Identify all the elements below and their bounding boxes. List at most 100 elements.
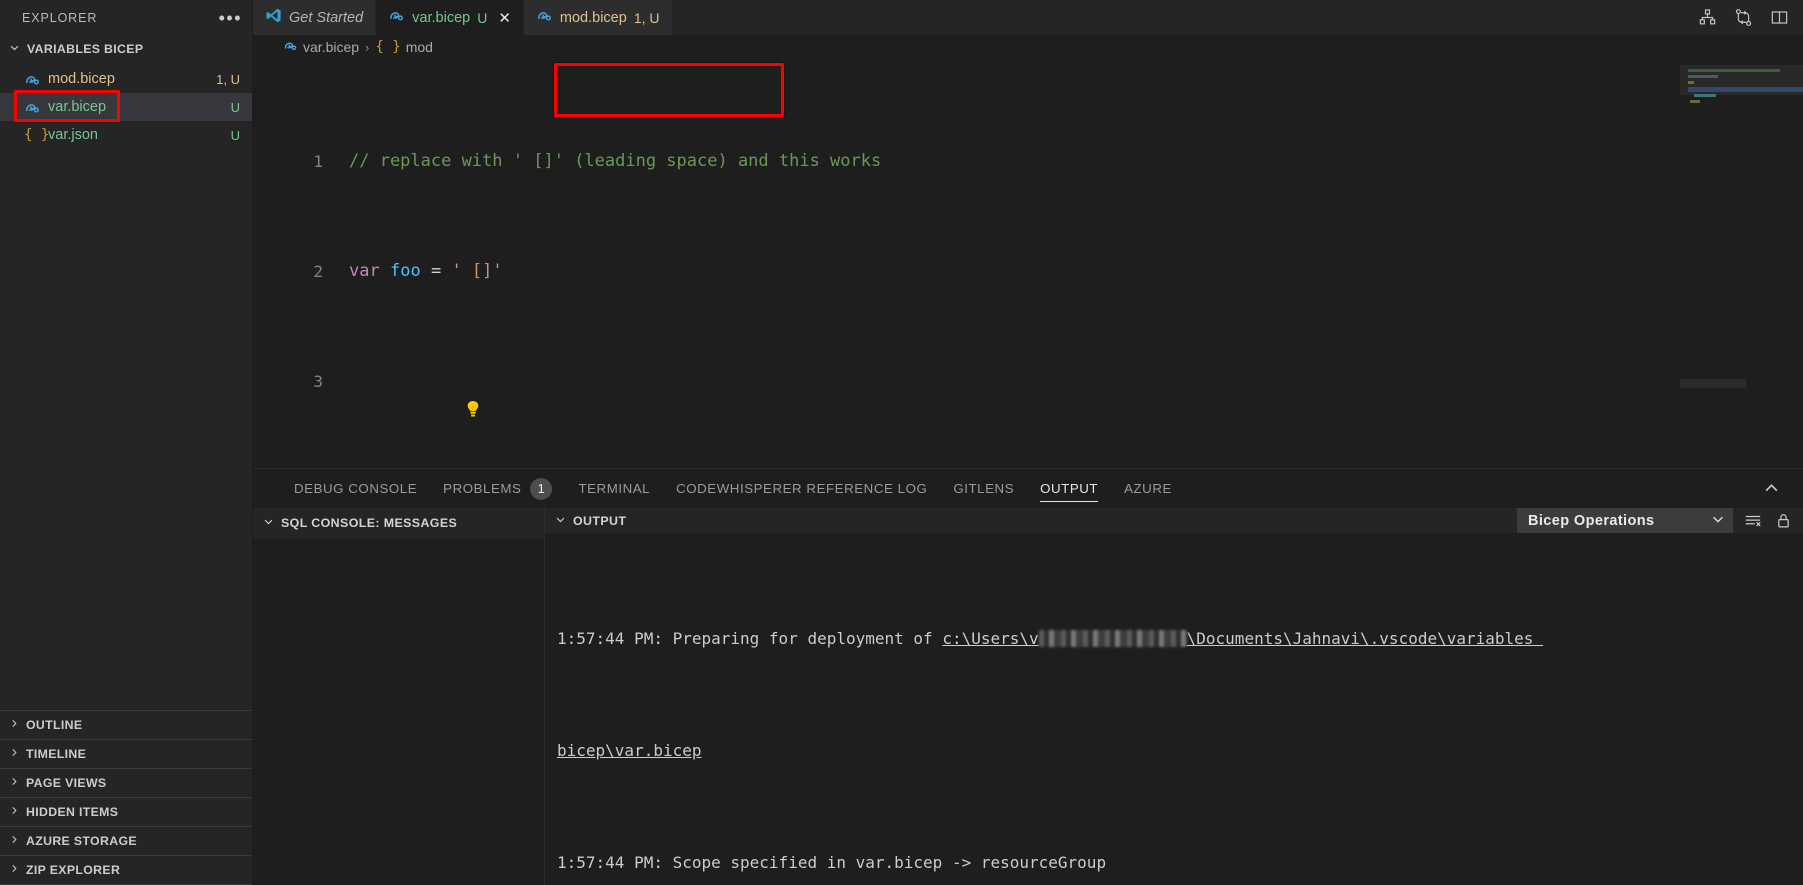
chevron-down-icon[interactable] [555, 514, 566, 528]
tree-item-mod-bicep[interactable]: mod.bicep 1, U [0, 65, 252, 93]
tree-item-var-bicep[interactable]: var.bicep U [0, 90, 252, 122]
code-editor[interactable]: 1 // replace with ' []' (leading space) … [253, 59, 1803, 468]
output-header: OUTPUT Bicep Operations [545, 508, 1803, 533]
log-time: 1:57:44 PM: [557, 853, 673, 872]
tab-var-bicep[interactable]: var.bicep U ✕ [376, 0, 524, 35]
sidebar-section-label: TIMELINE [26, 747, 87, 761]
tree-item-badge: U [230, 99, 240, 115]
problems-count-badge: 1 [530, 477, 553, 500]
breadcrumb: var.bicep › { } mod [253, 35, 1803, 59]
panel-tab-gitlens[interactable]: GITLENS [940, 469, 1027, 508]
sidebar-section-timeline[interactable]: TIMELINE [0, 739, 252, 768]
identifier-foo: foo [389, 260, 421, 281]
lock-scroll-icon[interactable] [1773, 511, 1793, 531]
bicep-file-icon [536, 7, 553, 28]
sidebar-section-zip-explorer[interactable]: ZIP EXPLORER [0, 855, 252, 884]
keyword-var: var [349, 260, 380, 281]
bicep-file-icon [283, 38, 298, 56]
tab-label: mod.bicep [559, 9, 627, 26]
editor-tab-bar: Get Started var.bicep U ✕ mod.bicep 1, U [253, 0, 1803, 35]
sidebar-section-outline[interactable]: OUTLINE [0, 710, 252, 739]
breadcrumb-symbol[interactable]: { } mod [375, 39, 433, 55]
file-tree: mod.bicep 1, U var.bicep U {} var.json … [0, 63, 252, 149]
tree-item-label: var.bicep [48, 99, 107, 115]
tab-get-started[interactable]: Get Started [253, 0, 377, 35]
compare-changes-icon[interactable] [1733, 8, 1753, 28]
json-file-icon: { } [24, 127, 50, 143]
sidebar-section-page-views[interactable]: PAGE VIEWS [0, 768, 252, 797]
annotation-rect-code [554, 63, 784, 117]
clear-output-icon[interactable] [1743, 511, 1763, 531]
chevron-down-icon [263, 516, 274, 530]
tab-git-badge: 1, U [633, 9, 660, 26]
sidebar-section-hidden-items[interactable]: HIDDEN ITEMS [0, 797, 252, 826]
output-log[interactable]: 1:57:44 PM: Preparing for deployment of … [545, 533, 1803, 885]
chevron-down-icon [6, 42, 22, 56]
tree-item-var-json[interactable]: { } var.json U [0, 121, 252, 149]
run-or-outline-icon[interactable] [1697, 8, 1717, 28]
log-line: 1:57:44 PM: Preparing for deployment of … [557, 625, 1803, 653]
folder-section-header[interactable]: VARIABLES BICEP [0, 35, 252, 63]
tree-item-label: var.json [48, 127, 98, 143]
minimap-line [1688, 69, 1780, 72]
sql-console-content [253, 538, 544, 885]
close-icon[interactable]: ✕ [498, 9, 511, 27]
panel-tab-label: OUTPUT [1040, 481, 1099, 496]
panel-tab-terminal[interactable]: TERMINAL [565, 469, 663, 508]
log-link[interactable]: c:\Users\v [942, 629, 1038, 648]
sidebar-section-azure-storage[interactable]: AZURE STORAGE [0, 826, 252, 855]
breadcrumb-file[interactable]: var.bicep [283, 38, 359, 56]
vscode-window: EXPLORER ••• VARIABLES BICEP mod.bicep 1… [0, 0, 1803, 885]
panel-tab-debug-console[interactable]: DEBUG CONSOLE [281, 469, 430, 508]
panel-tab-codewhisperer-reference-log[interactable]: CODEWHISPERER REFERENCE LOG [663, 469, 940, 508]
chevron-right-icon [6, 747, 22, 761]
log-link[interactable]: bicep\var.bicep [557, 741, 702, 760]
chevron-right-icon [6, 834, 22, 848]
code-line-2: 2 var foo = ' []' [253, 258, 1803, 286]
explorer-header: EXPLORER ••• [0, 0, 252, 35]
chevron-right-icon [6, 718, 22, 732]
sql-console-header[interactable]: SQL CONSOLE: MESSAGES [253, 508, 544, 538]
redacted-region [1038, 630, 1187, 647]
output-channel-value: Bicep Operations [1528, 512, 1655, 529]
comment-rest-text: (leading space) and this works [574, 150, 882, 171]
sql-console-title: SQL CONSOLE: MESSAGES [281, 516, 458, 530]
panel-tab-problems[interactable]: PROBLEMS 1 [430, 469, 565, 508]
braces-icon: { } [375, 39, 401, 55]
log-time: 1:57:44 PM: [557, 629, 673, 648]
chevron-up-icon[interactable] [1761, 479, 1781, 499]
bicep-file-icon [24, 98, 48, 116]
sql-console-pane: SQL CONSOLE: MESSAGES [253, 508, 545, 885]
tab-label: var.bicep [412, 9, 471, 26]
breadcrumb-file-label: var.bicep [303, 39, 360, 55]
panel-tab-label: TERMINAL [578, 481, 651, 496]
breadcrumb-symbol-label: mod [405, 39, 433, 55]
bicep-file-icon [388, 7, 405, 28]
line-number: 1 [313, 151, 323, 171]
panel-toolbar [1761, 479, 1803, 499]
more-actions-icon[interactable]: ••• [219, 9, 242, 27]
output-toolbar: Bicep Operations [1517, 508, 1803, 533]
split-editor-icon[interactable] [1769, 8, 1789, 28]
line-text: var foo = ' []' [349, 258, 1803, 286]
breadcrumb-separator: › [365, 39, 370, 55]
minimap-line [1690, 100, 1700, 103]
panel-tab-output[interactable]: OUTPUT [1027, 469, 1111, 508]
minimap[interactable] [1680, 59, 1803, 468]
line-text: // replace with ' []' (leading space) an… [349, 148, 1803, 176]
log-text: Preparing for deployment of [672, 629, 943, 648]
minimap-line [1694, 94, 1716, 97]
tab-mod-bicep[interactable]: mod.bicep 1, U [523, 0, 673, 35]
log-link-tail[interactable]: \Documents\Jahnavi\.vscode\variables [1187, 629, 1543, 648]
output-channel-select[interactable]: Bicep Operations [1517, 508, 1733, 533]
lightbulb-icon[interactable] [349, 400, 481, 448]
bicep-file-icon [24, 70, 48, 88]
sidebar-section-label: ZIP EXPLORER [26, 863, 121, 877]
panel-tab-azure[interactable]: AZURE [1111, 469, 1185, 508]
comment-rest [564, 151, 574, 171]
tab-label: Get Started [289, 9, 364, 26]
vscode-logo-icon [265, 7, 282, 28]
line-number: 2 [313, 261, 323, 281]
panel-tab-label: AZURE [1124, 481, 1172, 496]
